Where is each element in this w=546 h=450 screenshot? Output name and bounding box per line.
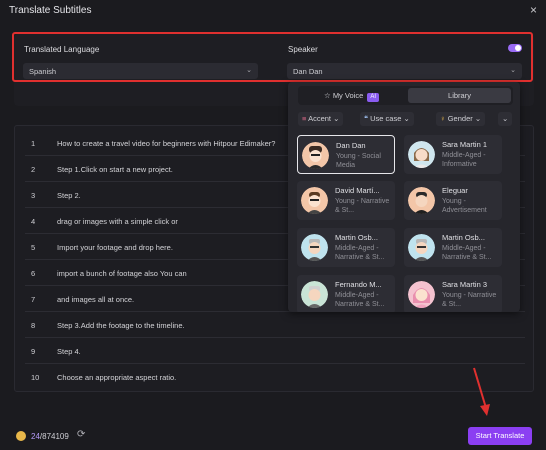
avatar <box>301 187 328 214</box>
row-number: 5 <box>31 243 36 252</box>
voice-library-popover: ☆ My Voice AI Library ≡ Accent ⌄ ❝ Use c… <box>288 82 520 312</box>
translated-language-select[interactable]: Spanish ⌄ <box>23 63 258 79</box>
voice-card[interactable]: Fernando M... Middle-Aged - Narrative & … <box>297 275 395 312</box>
voice-name: Sara Martin 1 <box>442 140 488 149</box>
row-number: 8 <box>31 321 36 330</box>
speaker-toggle[interactable] <box>508 44 522 52</box>
avatar <box>301 281 328 308</box>
row-text: Step 3.Add the footage to the timeline. <box>57 321 185 330</box>
voice-card[interactable]: Sara Martin 1 Middle-Aged - Informative <box>404 135 502 174</box>
row-text: and images all at once. <box>57 295 135 304</box>
row-text: Step 2. <box>57 191 81 200</box>
row-text: Import your footage and drop here. <box>57 243 173 252</box>
coin-icon <box>16 431 26 441</box>
voice-desc: Young - Narrative & St... <box>335 198 390 214</box>
tab-my-voice-label: My Voice <box>332 91 364 100</box>
voice-card[interactable]: David Martí... Young - Narrative & St... <box>297 181 395 220</box>
voice-card[interactable]: Sara Martin 3 Young - Narrative & St... <box>404 275 502 312</box>
row-text: How to create a travel video for beginne… <box>57 139 276 148</box>
star-icon: ☆ <box>323 91 331 100</box>
row-number: 1 <box>31 139 36 148</box>
chevron-down-icon: ⌄ <box>474 114 482 123</box>
row-number: 2 <box>31 165 36 174</box>
row-text: Choose an appropriate aspect ratio. <box>57 373 177 382</box>
accent-icon: ≡ <box>302 114 307 123</box>
translated-language-label: Translated Language <box>24 45 100 54</box>
speaker-label: Speaker <box>288 45 318 54</box>
voice-card[interactable]: Eleguar Young - Advertisement <box>404 181 502 220</box>
chevron-down-icon: ⌄ <box>510 67 516 74</box>
avatar <box>408 141 435 168</box>
voice-name: David Martí... <box>335 186 380 195</box>
voice-source-tabs: ☆ My Voice AI Library <box>298 86 513 105</box>
avatar <box>302 142 329 169</box>
subtitle-row[interactable]: 8 Step 3.Add the footage to the timeline… <box>25 312 525 338</box>
voice-name: Eleguar <box>442 186 468 195</box>
accent-filter[interactable]: ≡ Accent ⌄ <box>298 112 344 126</box>
avatar <box>408 281 435 308</box>
chevron-down-icon: ⌄ <box>502 114 509 123</box>
avatar <box>408 234 435 261</box>
voice-desc: Young - Social Media <box>336 153 381 169</box>
row-text: Step 4. <box>57 347 81 356</box>
voice-card[interactable]: Dan Dan Young - Social Media <box>297 135 395 174</box>
voice-name: Martin Osb... <box>335 233 378 242</box>
credits-total: /874109 <box>39 432 69 441</box>
row-number: 9 <box>31 347 36 356</box>
refresh-icon[interactable]: ⟳ <box>77 429 85 440</box>
translated-language-value: Spanish <box>29 67 57 76</box>
gender-filter-label: Gender <box>447 114 473 123</box>
voice-desc: Young - Narrative & St... <box>442 292 497 308</box>
chevron-down-icon: ⌄ <box>246 67 252 74</box>
tab-my-voice[interactable]: ☆ My Voice AI <box>300 88 403 103</box>
voice-desc: Middle-Aged - Narrative & St... <box>335 292 385 308</box>
use-case-filter[interactable]: ❝ Use case ⌄ <box>360 112 414 126</box>
title-bar: Translate Subtitles × <box>0 0 546 22</box>
avatar <box>408 187 435 214</box>
row-number: 7 <box>31 295 36 304</box>
close-icon[interactable]: × <box>530 3 537 17</box>
use-case-filter-label: Use case <box>370 114 402 123</box>
more-filters-button[interactable]: ⌄ <box>498 112 512 126</box>
annotation-arrow-icon <box>473 367 490 416</box>
subtitle-row[interactable]: 9 Step 4. <box>25 338 525 364</box>
credits-display: 24/874109 <box>31 432 69 441</box>
start-translate-button[interactable]: Start Translate <box>468 427 532 445</box>
voice-name: Martin Osb... <box>442 233 485 242</box>
credits-used: 24 <box>31 432 40 441</box>
row-text: Step 1.Click on start a new project. <box>57 165 173 174</box>
window-title: Translate Subtitles <box>9 5 92 16</box>
chevron-down-icon: ⌄ <box>403 114 410 123</box>
speaker-select[interactable]: Dan Dan ⌄ <box>287 63 522 79</box>
tab-library-label: Library <box>448 91 471 100</box>
voice-card[interactable]: Martin Osb... Middle-Aged - Narrative & … <box>404 228 502 267</box>
row-number: 6 <box>31 269 36 278</box>
chevron-down-icon: ⌄ <box>333 114 340 123</box>
voice-desc: Middle-Aged - Narrative & St... <box>335 245 385 261</box>
voice-desc: Middle-Aged - Informative <box>442 152 486 168</box>
avatar <box>301 234 328 261</box>
row-text: drag or images with a simple click or <box>57 217 178 226</box>
row-text: import a bunch of footage also You can <box>57 269 187 278</box>
voice-desc: Young - Advertisement <box>442 198 487 214</box>
speaker-value: Dan Dan <box>293 67 323 76</box>
tab-library[interactable]: Library <box>408 88 511 103</box>
voice-name: Sara Martin 3 <box>442 280 488 289</box>
row-number: 10 <box>31 373 40 382</box>
row-number: 4 <box>31 217 36 226</box>
voice-name: Dan Dan <box>336 141 366 150</box>
voice-card[interactable]: Martin Osb... Middle-Aged - Narrative & … <box>297 228 395 267</box>
row-number: 3 <box>31 191 36 200</box>
quote-icon: ❝ <box>364 114 369 123</box>
gender-filter[interactable]: ♀ Gender ⌄ <box>436 112 486 126</box>
subtitle-row[interactable]: 10 Choose an appropriate aspect ratio. <box>25 364 525 390</box>
voice-name: Fernando M... <box>335 280 382 289</box>
ai-badge: AI <box>367 93 380 102</box>
voice-desc: Middle-Aged - Narrative & St... <box>442 245 492 261</box>
accent-filter-label: Accent <box>308 114 331 123</box>
gender-icon: ♀ <box>440 114 446 123</box>
